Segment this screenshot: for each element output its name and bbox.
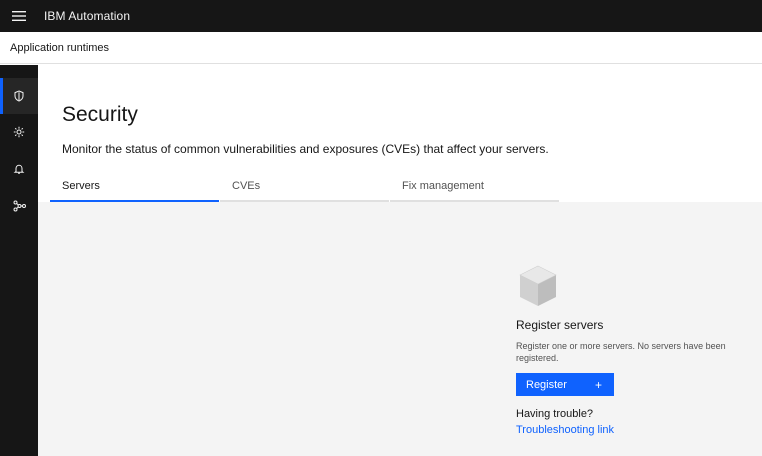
sidebar-item-topology[interactable] [0,188,38,224]
main-content: Security Monitor the status of common vu… [38,65,762,456]
hamburger-menu-icon[interactable] [0,0,38,32]
app-title[interactable]: Application runtimes [10,42,109,54]
brand-name[interactable]: IBM Automation [44,9,130,23]
shield-icon [13,90,25,102]
tab-cves[interactable]: CVEs [220,171,389,202]
bell-icon [13,163,25,175]
sidebar-item-settings[interactable] [0,114,38,150]
page-description: Monitor the status of common vulnerabili… [62,142,549,156]
help-text: Having trouble? [516,408,594,420]
empty-state: Register servers Register one or more se… [516,262,756,438]
tab-servers[interactable]: Servers [50,171,219,202]
sidebar-item-notifications[interactable] [0,151,38,187]
tab-panel-servers: Register servers Register one or more se… [38,202,762,456]
tab-fix-management[interactable]: Fix management [390,171,559,202]
empty-state-text: Register one or more servers. No servers… [516,341,726,363]
box-icon [516,262,756,310]
add-icon: + [594,377,602,392]
app-subheader: Application runtimes [0,32,762,64]
tab-list: Servers CVEs Fix management [50,171,559,202]
network-icon [13,200,26,212]
register-button[interactable]: Register + [516,373,614,396]
sidebar-item-security[interactable] [0,78,38,114]
empty-state-title: Register servers [516,318,604,332]
side-nav-rail [0,65,38,456]
page-title: Security [62,103,138,127]
top-header: IBM Automation [0,0,762,32]
settings-adjust-icon [13,126,25,138]
troubleshooting-link[interactable]: Troubleshooting link [516,424,614,436]
register-button-label: Register [526,378,567,391]
